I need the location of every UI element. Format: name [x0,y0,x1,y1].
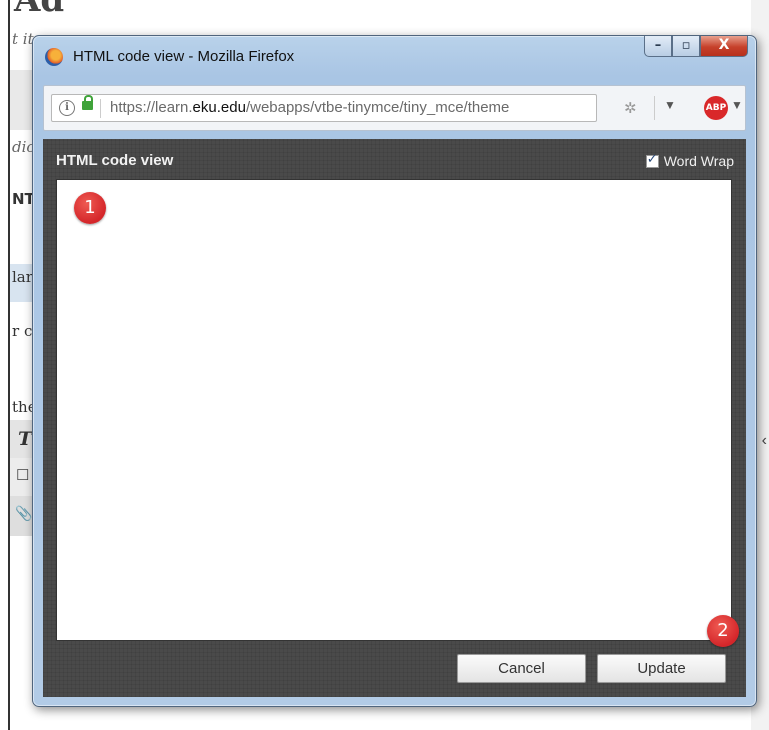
background-text: lar [12,268,33,286]
window-title: HTML code view - Mozilla Firefox [73,48,295,65]
nav-toolbar: i https://learn.eku.edu/webapps/vtbe-tin… [43,85,746,131]
background-text: T [18,428,33,450]
url-prefix: https://learn. [110,99,193,116]
url-text[interactable]: https://learn.eku.edu/webapps/vtbe-tinym… [110,99,509,116]
maximize-button[interactable]: ▫ [672,36,700,57]
chevron-down-icon[interactable]: ▼ [664,98,676,112]
step-marker-2: 2 [707,615,739,647]
url-suffix: /webapps/vtbe-tinymce/tiny_mce/theme [245,99,510,116]
background-heading: Ad [14,0,65,20]
close-button[interactable]: X [700,36,748,57]
url-domain: eku.edu [192,99,246,116]
background-text: r c [12,322,33,340]
firefox-icon [45,48,63,66]
firefox-window: HTML code view - Mozilla Firefox – ▫ X i… [32,35,757,707]
url-bar[interactable]: i https://learn.eku.edu/webapps/vtbe-tin… [51,94,597,122]
info-icon[interactable]: i [59,100,75,116]
url-separator [100,99,101,118]
dialog-title: HTML code view [56,152,174,169]
word-wrap-checkbox[interactable] [645,152,659,168]
background-chevron: ‹ [761,432,767,449]
chevron-down-icon[interactable]: ▼ [731,98,743,112]
toolbar-separator [654,96,655,120]
minimize-icon: – [654,38,662,53]
lock-icon[interactable] [82,95,93,110]
adblock-icon[interactable]: ABP [704,96,728,120]
background-text: ☐ [16,466,30,484]
html-code-textarea[interactable] [56,179,732,641]
minimize-button[interactable]: – [644,36,672,57]
close-icon: X [718,37,730,53]
title-bar[interactable]: HTML code view - Mozilla Firefox – ▫ X [33,36,756,76]
update-button[interactable]: Update [597,654,726,683]
maximize-icon: ▫ [681,38,691,53]
background-text: 📎 [15,506,33,522]
html-code-view-dialog: HTML code view Word Wrap Cancel Update [43,139,746,697]
window-controls: – ▫ X [644,36,748,58]
word-wrap-label[interactable]: Word Wrap [664,153,734,169]
extension-icon[interactable]: ✲ [624,99,637,117]
cancel-button[interactable]: Cancel [457,654,586,683]
step-marker-1: 1 [74,192,106,224]
word-wrap-toggle[interactable]: Word Wrap [645,152,734,169]
